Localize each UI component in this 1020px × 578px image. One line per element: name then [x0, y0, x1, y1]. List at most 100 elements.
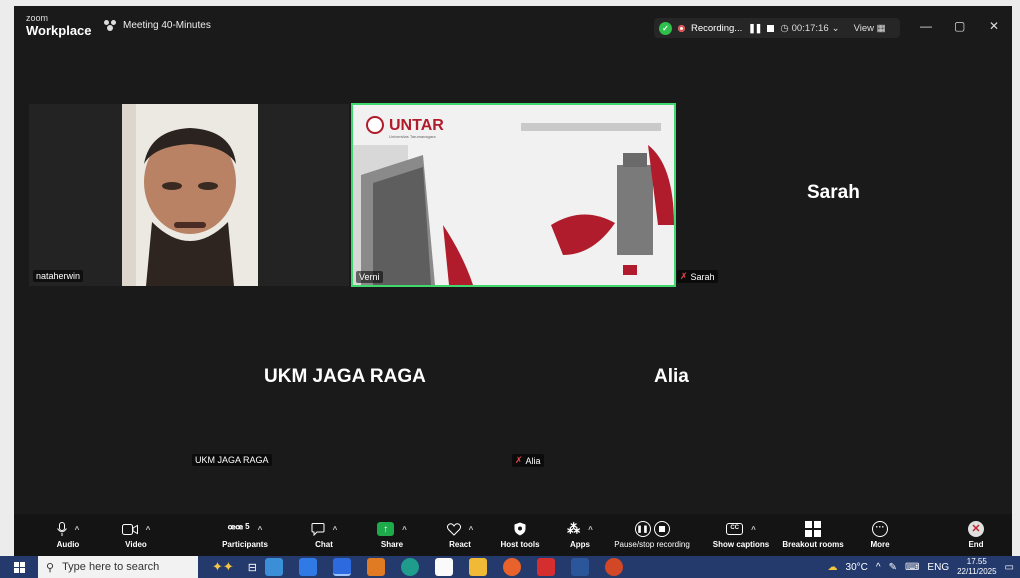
- video-tile-ukm-jaga-raga[interactable]: UKM JAGA RAGA UKM JAGA RAGA: [190, 292, 512, 474]
- participant-big-name: Sarah: [807, 182, 860, 203]
- file-explorer-icon[interactable]: [469, 558, 488, 576]
- notifications-icon[interactable]: ▭: [1005, 562, 1014, 573]
- pause-recording-icon[interactable]: ❚❚: [748, 23, 762, 34]
- shield-icon: [514, 522, 526, 536]
- end-label: End: [968, 540, 984, 549]
- language-indicator[interactable]: ENG: [927, 562, 949, 573]
- security-shield-icon[interactable]: ✓: [659, 21, 672, 35]
- chat-label: Chat: [315, 540, 333, 549]
- store-icon[interactable]: [299, 558, 318, 576]
- maximize-icon[interactable]: ▢: [954, 19, 965, 33]
- muted-mic-icon: ✗: [515, 455, 523, 465]
- acrobat-icon[interactable]: [537, 558, 556, 576]
- chevron-up-icon[interactable]: ^: [258, 525, 263, 534]
- end-meeting-icon: ✕: [968, 521, 984, 537]
- chevron-up-icon[interactable]: ^: [402, 525, 407, 534]
- audio-button[interactable]: ^ Audio: [42, 518, 94, 549]
- react-label: React: [449, 540, 471, 549]
- breakout-rooms-label: Breakout rooms: [782, 540, 844, 549]
- captions-icon: CC: [726, 523, 744, 535]
- firefox-icon[interactable]: [503, 558, 522, 576]
- close-icon[interactable]: ✕: [989, 19, 999, 33]
- clock-time: 17.55: [966, 557, 987, 566]
- share-label: Share: [380, 540, 404, 549]
- video-tile-sarah[interactable]: Sarah ✗ Sarah: [677, 104, 997, 286]
- app-icon[interactable]: [367, 558, 386, 576]
- pause-stop-recording-button[interactable]: ❚❚ Pause/stop recording: [612, 518, 692, 549]
- windows-taskbar: ⚲ Type here to search ✦✦ ⊟ ☁ 30°C ^ ✎ ⌨ …: [0, 556, 1020, 578]
- share-button[interactable]: ↑ ^ Share: [366, 518, 418, 549]
- meeting-info[interactable]: Meeting 40-Minutes: [104, 20, 211, 31]
- breakout-rooms-button[interactable]: Breakout rooms: [778, 518, 848, 549]
- stop-recording-icon[interactable]: [767, 24, 775, 32]
- participant-big-name: UKM JAGA RAGA: [264, 366, 426, 387]
- logo-main-text: Workplace: [26, 23, 92, 38]
- chevron-up-icon[interactable]: ^: [588, 525, 593, 534]
- zoom-window: zoom Workplace Meeting 40-Minutes ✓ Reco…: [14, 6, 1012, 556]
- video-label: Video: [125, 540, 147, 549]
- chevron-up-icon[interactable]: ^: [146, 525, 151, 534]
- more-label: More: [870, 540, 890, 549]
- keyboard-icon[interactable]: ⌨: [905, 562, 919, 573]
- logo-small-text: zoom: [26, 13, 49, 23]
- video-tile-nataherwin[interactable]: nataherwin: [29, 104, 349, 286]
- weather-icon: ☁: [827, 561, 838, 573]
- pen-icon[interactable]: ✎: [889, 562, 897, 573]
- start-button[interactable]: [0, 556, 38, 578]
- video-camera-icon: [121, 523, 138, 535]
- recording-label: Recording...: [691, 22, 743, 34]
- sparkle-icon[interactable]: ✦✦: [212, 559, 234, 575]
- temperature[interactable]: 30°C: [846, 562, 868, 573]
- edge-icon[interactable]: [401, 558, 420, 576]
- chevron-up-icon[interactable]: ^: [876, 562, 881, 573]
- copilot-icon[interactable]: [265, 558, 284, 576]
- chevron-up-icon[interactable]: ^: [751, 525, 756, 534]
- show-captions-button[interactable]: CC ^ Show captions: [706, 518, 776, 549]
- meeting-toolbar: ^ Audio ^ Video ꟹꟹ 5 ^ Participants ^ Ch…: [14, 514, 1012, 556]
- host-tools-label: Host tools: [500, 540, 540, 549]
- powerpoint-icon[interactable]: [605, 558, 624, 576]
- view-button[interactable]: View ▦: [854, 23, 886, 34]
- share-screen-icon: ↑: [377, 522, 395, 536]
- pause-icon: ❚❚: [634, 521, 651, 537]
- slide-sub-text: Universitas Tarumanagara: [389, 134, 436, 139]
- recording-status-bar: ✓ Recording... ❚❚ ◷ 00:17:16 ⌄ View ▦: [654, 18, 900, 38]
- clock[interactable]: 17.55 22/11/2025: [957, 557, 996, 577]
- participants-label: Participants: [222, 540, 268, 549]
- heart-icon: [446, 522, 461, 536]
- title-bar: zoom Workplace Meeting 40-Minutes ✓ Reco…: [14, 6, 1012, 48]
- meeting-timer[interactable]: ◷ 00:17:16 ⌄: [780, 23, 839, 34]
- react-button[interactable]: ^ React: [434, 518, 486, 549]
- task-view-icon[interactable]: ⊟: [248, 561, 257, 574]
- end-button[interactable]: ✕ End: [950, 518, 1002, 549]
- more-button[interactable]: ··· More: [854, 518, 906, 549]
- zoom-app-icon[interactable]: [333, 558, 352, 576]
- grid-icon: ▦: [876, 22, 886, 34]
- participant-name: Alia: [525, 455, 541, 466]
- video-button[interactable]: ^ Video: [110, 518, 162, 549]
- participants-button[interactable]: ꟹꟹ 5 ^ Participants: [210, 518, 280, 550]
- screen: zoom Workplace Meeting 40-Minutes ✓ Reco…: [0, 0, 1020, 578]
- file-icon[interactable]: [435, 558, 454, 576]
- pause-stop-label: Pause/stop recording: [614, 540, 690, 549]
- participant-name-tag: ✗ Sarah: [677, 270, 718, 283]
- participant-big-name: Alia: [654, 366, 689, 387]
- host-tools-button[interactable]: Host tools: [494, 518, 546, 549]
- meeting-icon: [104, 20, 117, 31]
- video-tile-verni-active-speaker[interactable]: UNTAR Universitas Tarumanagara Verni: [351, 103, 676, 287]
- taskbar-search-box[interactable]: ⚲ Type here to search: [38, 556, 198, 578]
- chevron-up-icon[interactable]: ^: [333, 525, 338, 534]
- chevron-up-icon[interactable]: ^: [469, 525, 474, 534]
- microphone-icon: [56, 522, 67, 536]
- participants-icon: ꟹꟹ: [227, 522, 244, 536]
- chevron-down-icon: ⌄: [831, 22, 840, 34]
- word-icon[interactable]: [571, 558, 590, 576]
- minimize-icon[interactable]: —: [920, 19, 932, 33]
- participant-name-tag: ✗ Alia: [512, 454, 544, 467]
- participant-name-tag: nataherwin: [33, 270, 84, 282]
- chat-button[interactable]: ^ Chat: [298, 518, 350, 549]
- chevron-up-icon[interactable]: ^: [75, 525, 80, 534]
- video-tile-alia[interactable]: Alia ✗ Alia: [512, 292, 834, 474]
- apps-icon: ⁂: [567, 521, 581, 536]
- apps-button[interactable]: ⁂ ^ Apps: [554, 518, 606, 549]
